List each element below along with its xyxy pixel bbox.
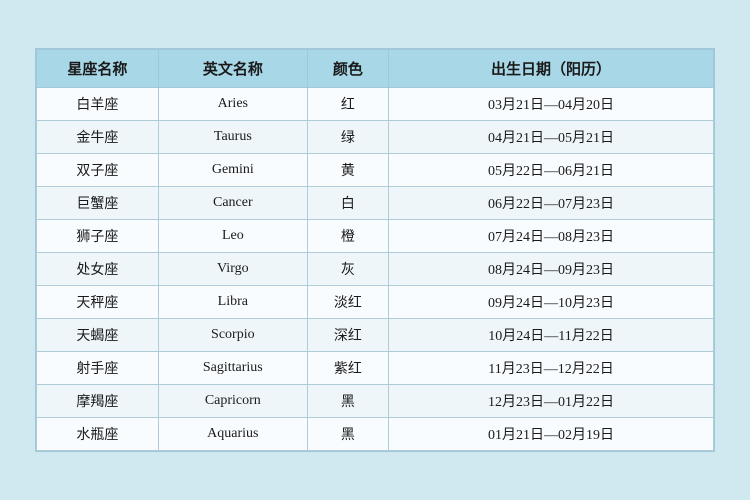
table-header-row: 星座名称 英文名称 颜色 出生日期（阳历） (37, 50, 714, 88)
cell-color: 深红 (307, 319, 388, 352)
table-row: 白羊座Aries红03月21日—04月20日 (37, 88, 714, 121)
cell-english: Libra (158, 286, 307, 319)
cell-chinese: 巨蟹座 (37, 187, 159, 220)
cell-date: 08月24日—09月23日 (389, 253, 714, 286)
cell-english: Taurus (158, 121, 307, 154)
cell-date: 01月21日—02月19日 (389, 418, 714, 451)
cell-date: 05月22日—06月21日 (389, 154, 714, 187)
cell-english: Gemini (158, 154, 307, 187)
cell-chinese: 摩羯座 (37, 385, 159, 418)
cell-chinese: 射手座 (37, 352, 159, 385)
table-row: 摩羯座Capricorn黑12月23日—01月22日 (37, 385, 714, 418)
header-color: 颜色 (307, 50, 388, 88)
cell-color: 淡红 (307, 286, 388, 319)
cell-date: 11月23日—12月22日 (389, 352, 714, 385)
table-body: 白羊座Aries红03月21日—04月20日金牛座Taurus绿04月21日—0… (37, 88, 714, 451)
cell-chinese: 水瓶座 (37, 418, 159, 451)
header-english: 英文名称 (158, 50, 307, 88)
cell-color: 黑 (307, 418, 388, 451)
cell-chinese: 天蝎座 (37, 319, 159, 352)
cell-color: 黑 (307, 385, 388, 418)
cell-english: Sagittarius (158, 352, 307, 385)
cell-color: 白 (307, 187, 388, 220)
cell-english: Aquarius (158, 418, 307, 451)
cell-chinese: 狮子座 (37, 220, 159, 253)
cell-english: Virgo (158, 253, 307, 286)
table-row: 金牛座Taurus绿04月21日—05月21日 (37, 121, 714, 154)
zodiac-table: 星座名称 英文名称 颜色 出生日期（阳历） 白羊座Aries红03月21日—04… (36, 49, 714, 451)
cell-chinese: 天秤座 (37, 286, 159, 319)
cell-color: 橙 (307, 220, 388, 253)
cell-chinese: 金牛座 (37, 121, 159, 154)
table-row: 巨蟹座Cancer白06月22日—07月23日 (37, 187, 714, 220)
table-row: 射手座Sagittarius紫红11月23日—12月22日 (37, 352, 714, 385)
table-row: 天秤座Libra淡红09月24日—10月23日 (37, 286, 714, 319)
cell-date: 04月21日—05月21日 (389, 121, 714, 154)
table-row: 水瓶座Aquarius黑01月21日—02月19日 (37, 418, 714, 451)
cell-chinese: 处女座 (37, 253, 159, 286)
cell-color: 紫红 (307, 352, 388, 385)
cell-color: 红 (307, 88, 388, 121)
header-date: 出生日期（阳历） (389, 50, 714, 88)
cell-english: Aries (158, 88, 307, 121)
cell-english: Cancer (158, 187, 307, 220)
cell-date: 12月23日—01月22日 (389, 385, 714, 418)
cell-english: Leo (158, 220, 307, 253)
cell-date: 09月24日—10月23日 (389, 286, 714, 319)
header-chinese: 星座名称 (37, 50, 159, 88)
cell-chinese: 白羊座 (37, 88, 159, 121)
cell-date: 06月22日—07月23日 (389, 187, 714, 220)
cell-color: 黄 (307, 154, 388, 187)
table-row: 双子座Gemini黄05月22日—06月21日 (37, 154, 714, 187)
cell-english: Scorpio (158, 319, 307, 352)
cell-date: 10月24日—11月22日 (389, 319, 714, 352)
zodiac-table-container: 星座名称 英文名称 颜色 出生日期（阳历） 白羊座Aries红03月21日—04… (35, 48, 715, 452)
cell-chinese: 双子座 (37, 154, 159, 187)
cell-date: 07月24日—08月23日 (389, 220, 714, 253)
table-row: 天蝎座Scorpio深红10月24日—11月22日 (37, 319, 714, 352)
cell-english: Capricorn (158, 385, 307, 418)
cell-color: 绿 (307, 121, 388, 154)
cell-color: 灰 (307, 253, 388, 286)
table-row: 狮子座Leo橙07月24日—08月23日 (37, 220, 714, 253)
cell-date: 03月21日—04月20日 (389, 88, 714, 121)
table-row: 处女座Virgo灰08月24日—09月23日 (37, 253, 714, 286)
